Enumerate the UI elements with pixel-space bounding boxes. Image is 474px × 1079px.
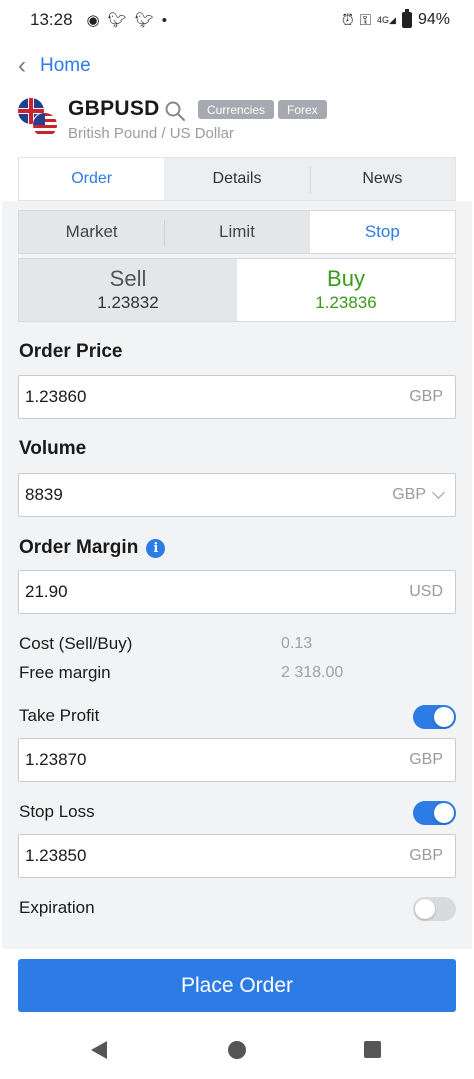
- order-price-value: 1.23860: [25, 387, 87, 406]
- take-profit-toggle[interactable]: [413, 705, 456, 729]
- sell-label: Sell: [109, 266, 147, 291]
- notification-icons: ◉ 🐦︎ 🐦︎ •: [87, 13, 167, 28]
- order-price-unit: GBP: [409, 388, 443, 405]
- info-icon[interactable]: i: [146, 538, 166, 558]
- expiration-toggle[interactable]: [413, 897, 456, 921]
- back-label: Home: [40, 55, 91, 76]
- free-margin-value: 2 318.00: [281, 664, 344, 681]
- stop-loss-input[interactable]: 1.23850 GBP: [18, 834, 456, 878]
- buy-price: 1.23836: [315, 293, 377, 312]
- order-margin-value: 21.90: [25, 582, 68, 601]
- instrument-header: GBPUSD Currencies Forex British Pound / …: [18, 96, 458, 146]
- order-price-label: Order Price: [19, 341, 123, 363]
- dot-icon: •: [161, 11, 167, 29]
- stop-loss-toggle[interactable]: [413, 801, 456, 825]
- volume-label-text: Volume: [19, 438, 87, 459]
- volume-input[interactable]: 8839 GBP: [18, 473, 456, 517]
- toggle-knob: [415, 899, 435, 919]
- tab-details[interactable]: Details: [164, 158, 309, 200]
- nav-home-icon[interactable]: [228, 1041, 246, 1059]
- messenger-icon: ◉: [86, 11, 100, 29]
- buy-button[interactable]: Buy 1.23836: [237, 259, 455, 321]
- order-margin-label: Order Margin i: [19, 537, 166, 559]
- order-margin-label-text: Order Margin: [19, 537, 139, 558]
- sell-button[interactable]: Sell 1.23832: [19, 259, 237, 321]
- take-profit-label: Take Profit: [19, 706, 100, 725]
- chevron-down-icon: [432, 486, 445, 499]
- free-margin-label: Free margin: [19, 663, 111, 682]
- volume-value: 8839: [25, 485, 63, 504]
- stop-loss-unit: GBP: [409, 847, 443, 864]
- buy-label: Buy: [327, 266, 365, 291]
- take-profit-unit: GBP: [409, 751, 443, 768]
- order-type-market[interactable]: Market: [19, 211, 164, 253]
- take-profit-input[interactable]: 1.23870 GBP: [18, 738, 456, 782]
- currency-flags: [18, 98, 60, 140]
- order-type-selector: Market Limit Stop: [18, 210, 456, 254]
- sell-buy-selector: Sell 1.23832 Buy 1.23836: [18, 258, 456, 322]
- volume-unit: GBP: [392, 486, 426, 503]
- stop-loss-label: Stop Loss: [19, 802, 95, 821]
- chevron-left-icon: ‹: [18, 52, 26, 79]
- battery-level: 94%: [417, 11, 450, 28]
- order-type-limit[interactable]: Limit: [164, 211, 309, 253]
- nav-back-icon[interactable]: [91, 1041, 107, 1059]
- search-icon[interactable]: [164, 100, 186, 122]
- volume-unit-select[interactable]: GBP: [392, 486, 445, 504]
- back-to-home[interactable]: ‹ Home: [18, 50, 91, 82]
- battery-icon: [401, 9, 412, 28]
- tag-currencies[interactable]: Currencies: [198, 100, 275, 119]
- twitter-icon: 🐦︎: [107, 11, 127, 29]
- android-nav-bar: [0, 1022, 474, 1079]
- status-time: 13:28: [30, 10, 73, 29]
- take-profit-value: 1.23870: [25, 750, 87, 769]
- tag-forex[interactable]: Forex: [278, 100, 327, 119]
- main-tabs: Order Details News: [18, 157, 456, 201]
- order-price-input[interactable]: 1.23860 GBP: [18, 375, 456, 419]
- tab-news[interactable]: News: [309, 158, 455, 200]
- alarm-icon: ⏰︎: [341, 11, 354, 29]
- us-flag-icon: [32, 112, 58, 138]
- order-margin-unit: USD: [409, 583, 443, 600]
- stop-loss-value: 1.23850: [25, 846, 87, 865]
- cost-label: Cost (Sell/Buy): [19, 634, 133, 653]
- expiration-label: Expiration: [19, 898, 95, 917]
- order-type-stop[interactable]: Stop: [309, 211, 455, 253]
- sell-price: 1.23832: [97, 293, 159, 312]
- volume-label: Volume: [19, 438, 86, 460]
- instrument-symbol: GBPUSD: [68, 97, 160, 120]
- place-order-button[interactable]: Place Order: [18, 959, 456, 1012]
- signal-4g-icon: 4G◢: [377, 14, 396, 25]
- tab-order[interactable]: Order: [19, 158, 165, 200]
- cost-value: 0.13: [281, 635, 313, 652]
- toggle-knob: [434, 803, 454, 823]
- network-type: 4G: [377, 14, 390, 25]
- twitter-icon: 🐦︎: [134, 11, 154, 29]
- vpn-key-icon: ⚿: [359, 11, 372, 29]
- toggle-knob: [434, 707, 454, 727]
- status-bar: 13:28 ◉ 🐦︎ 🐦︎ • ⏰︎ ⚿ 4G◢ 94%: [0, 0, 474, 40]
- order-margin-input[interactable]: 21.90 USD: [18, 570, 456, 614]
- instrument-description: British Pound / US Dollar: [68, 125, 234, 142]
- nav-recents-icon[interactable]: [364, 1041, 381, 1058]
- order-price-label-text: Order Price: [19, 341, 123, 362]
- status-right: ⏰︎ ⚿ 4G◢ 94%: [341, 9, 450, 29]
